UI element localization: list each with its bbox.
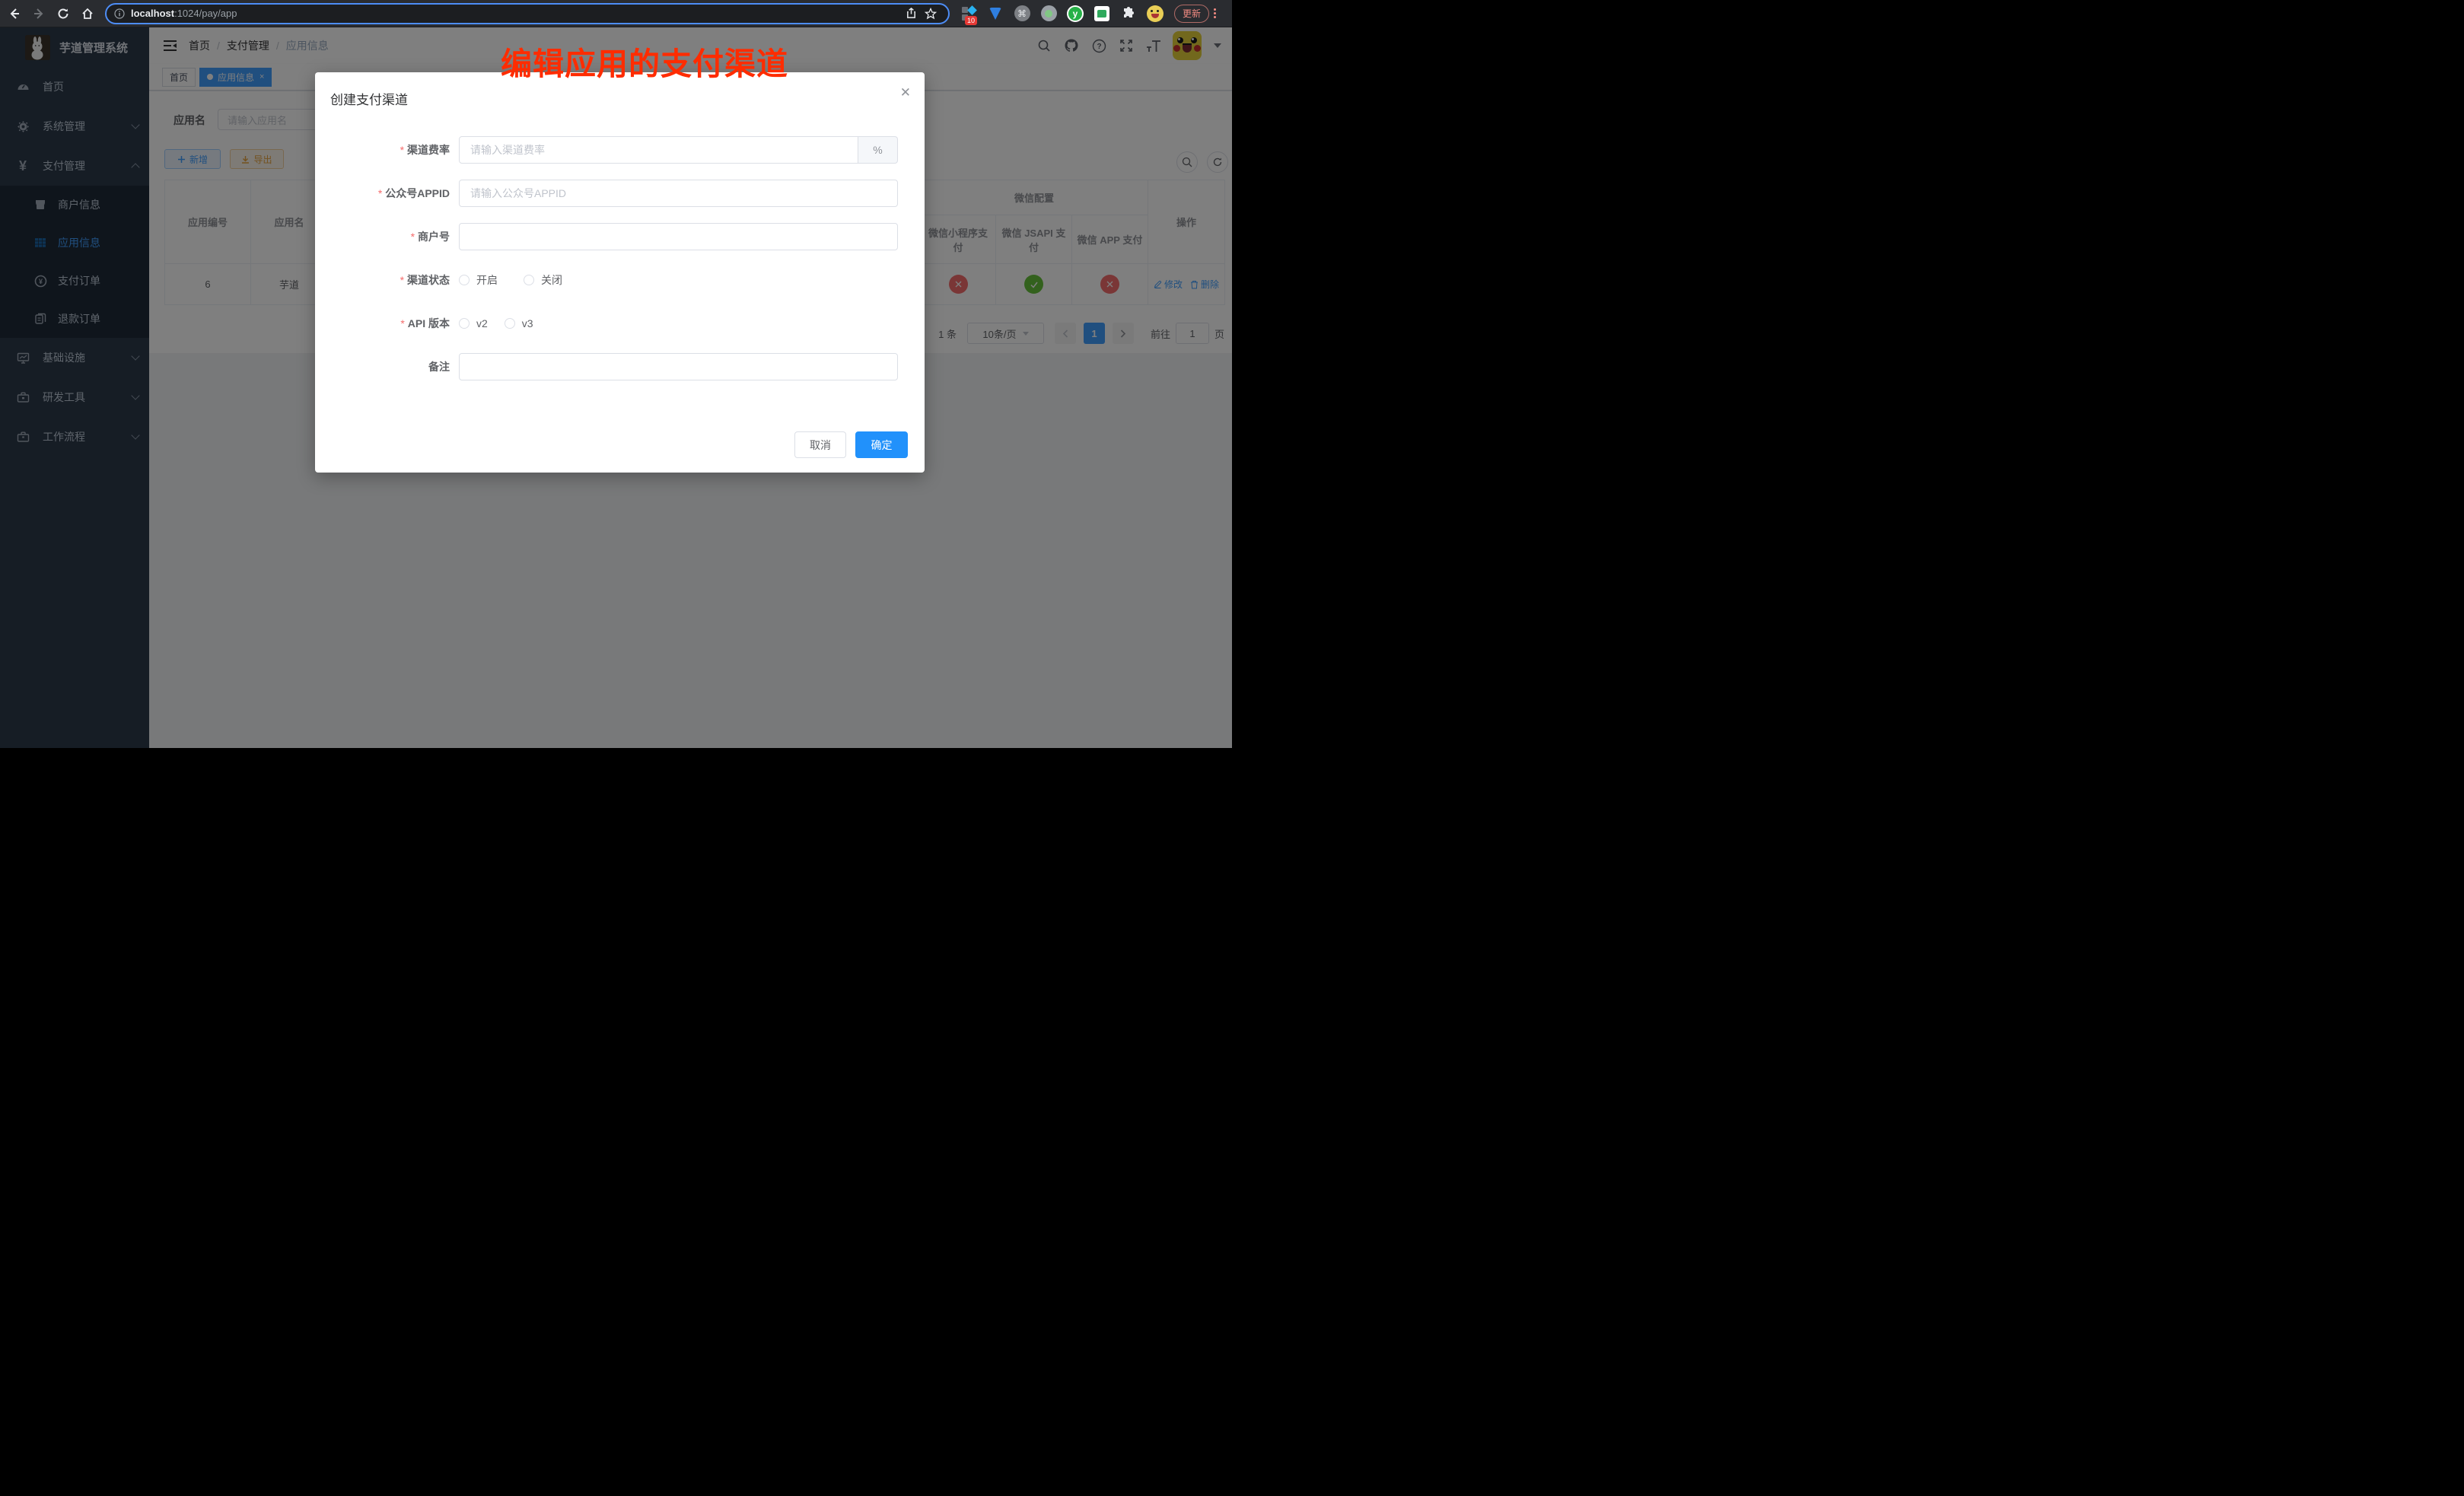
remark-input[interactable] — [459, 353, 898, 380]
radio-circle-icon — [459, 275, 470, 285]
extension-kite-icon[interactable] — [987, 5, 1004, 22]
profile-avatar-icon[interactable] — [1147, 5, 1164, 22]
forward-icon[interactable] — [29, 4, 49, 24]
extension-badge: 10 — [965, 16, 977, 25]
extensions-puzzle-icon[interactable] — [1120, 5, 1137, 22]
reload-icon[interactable] — [53, 4, 73, 24]
official-appid-input[interactable]: 请输入公众号APPID — [459, 180, 898, 207]
radio-circle-icon — [505, 318, 515, 329]
chrome-update-button[interactable]: 更新 — [1174, 5, 1209, 23]
site-info-icon[interactable] — [114, 8, 125, 19]
radio-circle-icon — [524, 275, 534, 285]
url-host: localhost — [131, 8, 174, 19]
url-path: :1024/pay/app — [174, 8, 237, 19]
extension-strip: 10 ⌘ y — [960, 5, 1164, 22]
back-icon[interactable] — [5, 4, 24, 24]
url-bar[interactable]: localhost:1024/pay/app — [105, 3, 950, 24]
radio-api-v2[interactable]: v2 — [459, 317, 488, 329]
url-text[interactable]: localhost:1024/pay/app — [131, 8, 901, 19]
extension-y-icon[interactable]: y — [1067, 5, 1084, 22]
create-pay-channel-dialog: 创建支付渠道 ✕ 渠道费率 请输入渠道费率 % 公众号APPID 请输入公众号A… — [315, 72, 925, 473]
dialog-footer: 取消 确定 — [794, 431, 908, 458]
task-annotation-text: 编辑应用的支付渠道 — [501, 38, 788, 84]
merchant-no-input[interactable] — [459, 223, 898, 250]
radio-status-closed[interactable]: 关闭 — [524, 272, 562, 288]
field-remark: 备注 — [315, 353, 925, 380]
field-official-appid: 公众号APPID 请输入公众号APPID — [315, 180, 925, 207]
chrome-menu-icon[interactable] — [1214, 8, 1216, 18]
channel-rate-input[interactable]: 请输入渠道费率 — [459, 136, 858, 164]
extension-command-icon[interactable]: ⌘ — [1014, 5, 1030, 22]
field-channel-status: 渠道状态 开启 关闭 — [315, 266, 925, 294]
extension-tabs-icon[interactable]: 10 — [960, 5, 977, 22]
field-merchant-no: 商户号 — [315, 223, 925, 250]
radio-api-v3[interactable]: v3 — [505, 317, 533, 329]
browser-toolbar: localhost:1024/pay/app 10 ⌘ y — [0, 0, 1232, 27]
dialog-title: 创建支付渠道 — [330, 89, 408, 108]
confirm-button[interactable]: 确定 — [855, 431, 908, 458]
extension-chat-icon[interactable] — [1094, 5, 1110, 22]
share-icon[interactable] — [901, 4, 921, 24]
percent-append: % — [858, 136, 898, 164]
bookmark-star-icon[interactable] — [921, 4, 941, 24]
dialog-body: 渠道费率 请输入渠道费率 % 公众号APPID 请输入公众号APPID 商户号 — [315, 136, 925, 396]
home-icon[interactable] — [78, 4, 97, 24]
field-api-version: API 版本 v2 v3 — [315, 310, 925, 337]
radio-circle-icon — [459, 318, 470, 329]
screen: localhost:1024/pay/app 10 ⌘ y — [0, 0, 1232, 748]
field-channel-rate: 渠道费率 请输入渠道费率 % — [315, 136, 925, 164]
extension-recorder-icon[interactable] — [1040, 5, 1057, 22]
cancel-button[interactable]: 取消 — [794, 431, 846, 458]
radio-status-open[interactable]: 开启 — [459, 272, 498, 288]
dialog-close-icon[interactable]: ✕ — [900, 86, 911, 99]
